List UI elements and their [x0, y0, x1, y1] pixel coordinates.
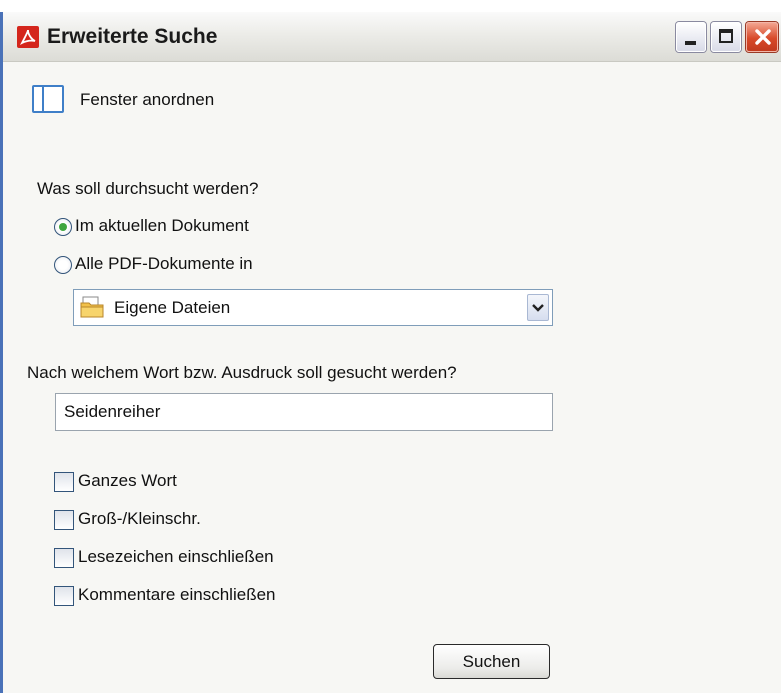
advanced-search-window: Erweiterte Suche Fenster anordnen Was so…: [0, 12, 781, 693]
radio-current-document-label[interactable]: Im aktuellen Dokument: [75, 216, 249, 236]
search-button[interactable]: Suchen: [433, 644, 550, 679]
search-input[interactable]: [55, 393, 553, 431]
chevron-down-icon: [532, 304, 544, 312]
checkbox-whole-word-label[interactable]: Ganzes Wort: [78, 471, 177, 491]
maximize-icon: [719, 29, 733, 43]
radio-all-pdf-documents-label[interactable]: Alle PDF-Dokumente in: [75, 254, 253, 274]
checkbox-include-comments-label[interactable]: Kommentare einschließen: [78, 585, 275, 605]
window-title: Erweiterte Suche: [47, 25, 218, 48]
checkbox-include-bookmarks[interactable]: [54, 548, 74, 568]
arrange-windows-link[interactable]: Fenster anordnen: [80, 90, 214, 110]
folder-select[interactable]: Eigene Dateien: [73, 289, 553, 326]
title-bar[interactable]: Erweiterte Suche: [3, 12, 781, 62]
folder-icon: [80, 296, 104, 318]
checkbox-case-sensitive[interactable]: [54, 510, 74, 530]
checkbox-include-comments[interactable]: [54, 586, 74, 606]
minimize-button[interactable]: [676, 22, 706, 52]
window-layout-icon[interactable]: [32, 85, 64, 113]
acrobat-icon: [17, 26, 39, 48]
folder-select-value: Eigene Dateien: [114, 298, 231, 317]
checkbox-whole-word[interactable]: [54, 472, 74, 492]
close-button[interactable]: [746, 22, 778, 52]
query-heading: Nach welchem Wort bzw. Ausdruck soll ges…: [27, 363, 457, 382]
radio-current-document[interactable]: [54, 218, 72, 236]
radio-all-pdf-documents[interactable]: [54, 256, 72, 274]
dropdown-button[interactable]: [527, 294, 549, 321]
maximize-button[interactable]: [711, 22, 741, 52]
minimize-icon: [685, 41, 696, 45]
close-icon: [755, 29, 771, 45]
checkbox-include-bookmarks-label[interactable]: Lesezeichen einschließen: [78, 547, 274, 567]
scope-heading: Was soll durchsucht werden?: [37, 179, 259, 198]
checkbox-case-sensitive-label[interactable]: Groß-/Kleinschr.: [78, 509, 201, 529]
